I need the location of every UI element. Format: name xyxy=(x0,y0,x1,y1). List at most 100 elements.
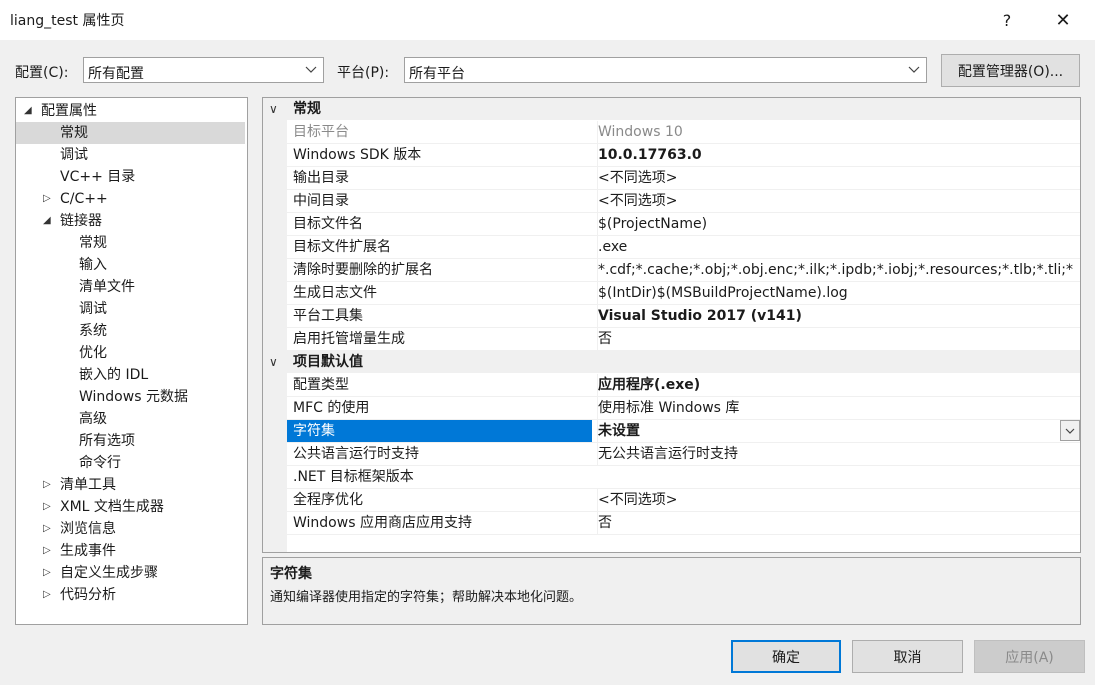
cancel-button[interactable]: 取消 xyxy=(852,640,963,673)
collapsed-icon[interactable]: ▷ xyxy=(43,540,51,562)
property-value[interactable]: 未设置 xyxy=(597,420,1080,442)
property-value[interactable]: 使用标准 Windows 库 xyxy=(597,397,1080,419)
property-row[interactable]: 目标文件名 $(ProjectName) xyxy=(287,213,1080,236)
property-row[interactable]: 配置类型 应用程序(.exe) xyxy=(287,374,1080,397)
property-row[interactable]: 公共语言运行时支持 无公共语言运行时支持 xyxy=(287,443,1080,466)
tree-item[interactable]: ▷ 浏览信息 xyxy=(16,518,245,540)
tree-item[interactable]: ▷ C/C++ xyxy=(16,188,245,210)
tree-item[interactable]: ◢ 链接器 xyxy=(16,210,245,232)
platform-select[interactable]: 所有平台 xyxy=(404,57,927,83)
property-value[interactable]: 否 xyxy=(597,512,1080,534)
apply-button[interactable]: 应用(A) xyxy=(974,640,1085,673)
grid-gutter xyxy=(263,98,287,552)
dropdown-button[interactable] xyxy=(1060,420,1080,441)
property-row[interactable]: .NET 目标框架版本 xyxy=(287,466,1080,489)
description-text: 通知编译器使用指定的字符集；帮助解决本地化问题。 xyxy=(270,590,583,605)
tree-item[interactable]: 调试 xyxy=(16,144,245,166)
property-value-text: <不同选项> xyxy=(598,492,678,508)
property-row[interactable]: MFC 的使用 使用标准 Windows 库 xyxy=(287,397,1080,420)
property-row[interactable]: 输出目录 <不同选项> xyxy=(287,167,1080,190)
property-name: 公共语言运行时支持 xyxy=(293,446,419,462)
tree-item[interactable]: 常规 xyxy=(16,122,245,144)
property-name: 全程序优化 xyxy=(293,492,363,508)
category-tree[interactable]: ◢ 配置属性 常规 调试 VC++ 目录 ▷ C/C++ ◢ 链接器 常规 输入 清单文件 调试 系统 优化… xyxy=(15,97,248,625)
ok-button[interactable]: 确定 xyxy=(731,640,841,673)
tree-item[interactable]: 嵌入的 IDL xyxy=(16,364,245,386)
tree-item[interactable]: 常规 xyxy=(16,232,245,254)
property-value[interactable]: *.cdf;*.cache;*.obj;*.obj.enc;*.ilk;*.ip… xyxy=(597,259,1080,281)
property-value[interactable]: 应用程序(.exe) xyxy=(597,374,1080,396)
config-manager-button[interactable]: 配置管理器(O)... xyxy=(941,54,1080,87)
property-value[interactable]: 10.0.17763.0 xyxy=(597,144,1080,166)
property-row[interactable]: 启用托管增量生成 否 xyxy=(287,328,1080,351)
tree-item[interactable]: ▷ 生成事件 xyxy=(16,540,245,562)
collapsed-icon[interactable]: ▷ xyxy=(43,188,51,210)
close-button[interactable]: ✕ xyxy=(1046,6,1080,34)
property-name: Windows SDK 版本 xyxy=(293,147,422,163)
property-row[interactable]: 目标平台 Windows 10 xyxy=(287,121,1080,144)
property-row[interactable]: 全程序优化 <不同选项> xyxy=(287,489,1080,512)
tree-item[interactable]: 命令行 xyxy=(16,452,245,474)
chevron-down-icon[interactable]: ∨ xyxy=(269,351,278,373)
property-name: 生成日志文件 xyxy=(293,285,377,301)
property-value[interactable]: Visual Studio 2017 (v141) xyxy=(597,305,1080,327)
property-value[interactable]: <不同选项> xyxy=(597,167,1080,189)
property-value[interactable]: Windows 10 xyxy=(597,121,1080,143)
tree-item-label: 所有选项 xyxy=(79,433,135,449)
tree-item[interactable]: 所有选项 xyxy=(16,430,245,452)
collapsed-icon[interactable]: ▷ xyxy=(43,584,51,606)
property-grid[interactable]: ∨ 常规 目标平台 Windows 10 Windows SDK 版本 10.0.1776… xyxy=(262,97,1081,553)
tree-item-label: 代码分析 xyxy=(60,587,116,603)
expanded-icon[interactable]: ◢ xyxy=(43,210,51,232)
property-row[interactable]: 生成日志文件 $(IntDir)$(MSBuildProjectName).log xyxy=(287,282,1080,305)
property-value-text: 10.0.17763.0 xyxy=(598,147,702,163)
property-name: 目标文件扩展名 xyxy=(293,239,391,255)
chevron-down-icon[interactable]: ∨ xyxy=(269,98,278,120)
tree-item[interactable]: 调试 xyxy=(16,298,245,320)
collapsed-icon[interactable]: ▷ xyxy=(43,518,51,540)
expanded-icon[interactable]: ◢ xyxy=(24,100,32,122)
category-header[interactable]: ∨ 项目默认值 xyxy=(263,351,1080,373)
tree-item[interactable]: ▷ 清单工具 xyxy=(16,474,245,496)
property-row[interactable]: 清除时要删除的扩展名 *.cdf;*.cache;*.obj;*.obj.enc;… xyxy=(287,259,1080,282)
collapsed-icon[interactable]: ▷ xyxy=(43,496,51,518)
property-row[interactable]: Windows 应用商店应用支持 否 xyxy=(287,512,1080,535)
collapsed-icon[interactable]: ▷ xyxy=(43,562,51,584)
property-value-text: 否 xyxy=(598,515,612,531)
property-name: 配置类型 xyxy=(293,377,349,393)
tree-item[interactable]: ▷ 代码分析 xyxy=(16,584,245,606)
property-value[interactable]: 无公共语言运行时支持 xyxy=(597,443,1080,465)
property-row[interactable]: 字符集 未设置 xyxy=(287,420,1080,443)
help-button[interactable]: ? xyxy=(990,6,1024,34)
config-select[interactable]: 所有配置 xyxy=(83,57,324,83)
tree-item-label: 高级 xyxy=(79,411,107,427)
tree-item[interactable]: VC++ 目录 xyxy=(16,166,245,188)
tree-item[interactable]: ▷ XML 文档生成器 xyxy=(16,496,245,518)
category-header[interactable]: ∨ 常规 xyxy=(263,98,1080,120)
property-value[interactable]: 否 xyxy=(597,328,1080,350)
property-name: 中间目录 xyxy=(293,193,349,209)
property-row[interactable]: Windows SDK 版本 10.0.17763.0 xyxy=(287,144,1080,167)
property-row[interactable]: 目标文件扩展名 .exe xyxy=(287,236,1080,259)
category-name: 项目默认值 xyxy=(293,354,363,370)
tree-item-label: 清单工具 xyxy=(60,477,116,493)
tree-item[interactable]: 高级 xyxy=(16,408,245,430)
tree-item[interactable]: ◢ 配置属性 xyxy=(16,100,245,122)
tree-item[interactable]: 输入 xyxy=(16,254,245,276)
property-value[interactable]: <不同选项> xyxy=(597,489,1080,511)
property-value[interactable]: $(IntDir)$(MSBuildProjectName).log xyxy=(597,282,1080,304)
tree-item-label: 链接器 xyxy=(60,213,102,229)
property-value[interactable]: <不同选项> xyxy=(597,190,1080,212)
tree-item[interactable]: 优化 xyxy=(16,342,245,364)
tree-item[interactable]: 清单文件 xyxy=(16,276,245,298)
property-value[interactable]: .exe xyxy=(597,236,1080,258)
property-row[interactable]: 中间目录 <不同选项> xyxy=(287,190,1080,213)
tree-item[interactable]: 系统 xyxy=(16,320,245,342)
tree-item-label: 输入 xyxy=(79,257,107,273)
collapsed-icon[interactable]: ▷ xyxy=(43,474,51,496)
property-value[interactable]: $(ProjectName) xyxy=(597,213,1080,235)
property-row[interactable]: 平台工具集 Visual Studio 2017 (v141) xyxy=(287,305,1080,328)
tree-item[interactable]: ▷ 自定义生成步骤 xyxy=(16,562,245,584)
tree-item-label: 系统 xyxy=(79,323,107,339)
tree-item[interactable]: Windows 元数据 xyxy=(16,386,245,408)
